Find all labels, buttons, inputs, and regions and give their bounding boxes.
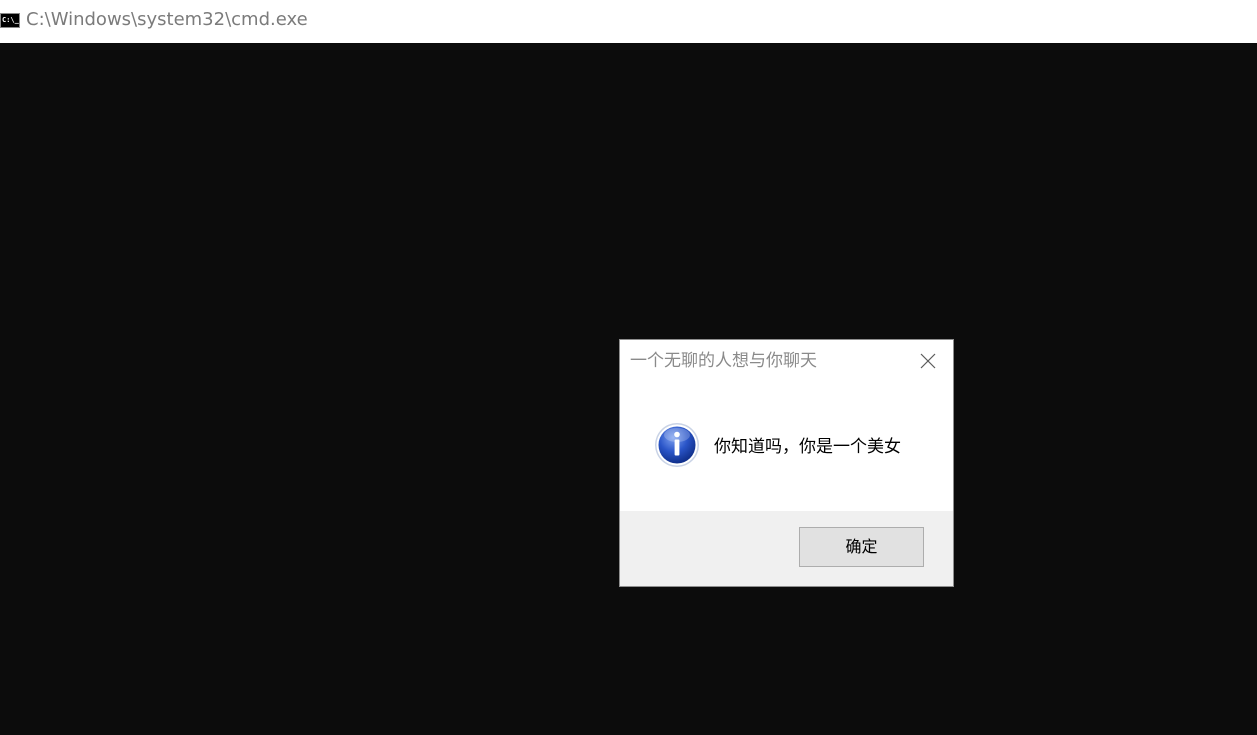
- cmd-console-icon: C:\_: [0, 13, 20, 28]
- dialog-body: 你知道吗，你是一个美女: [620, 400, 953, 510]
- dialog-footer: 确定: [620, 511, 953, 586]
- information-icon: [654, 422, 700, 468]
- cmd-window: C:\_ C:\Windows\system32\cmd.exe 一个无聊的人想…: [0, 0, 1257, 735]
- window-title: C:\Windows\system32\cmd.exe: [26, 9, 308, 30]
- ok-button[interactable]: 确定: [799, 527, 924, 567]
- dialog-title: 一个无聊的人想与你聊天: [630, 351, 817, 371]
- close-icon[interactable]: [919, 352, 937, 370]
- message-box-dialog: 一个无聊的人想与你聊天 你知道吗，你是一个美女 确定: [619, 339, 954, 587]
- window-titlebar[interactable]: C:\_ C:\Windows\system32\cmd.exe: [0, 0, 1257, 43]
- dialog-message: 你知道吗，你是一个美女: [714, 437, 901, 457]
